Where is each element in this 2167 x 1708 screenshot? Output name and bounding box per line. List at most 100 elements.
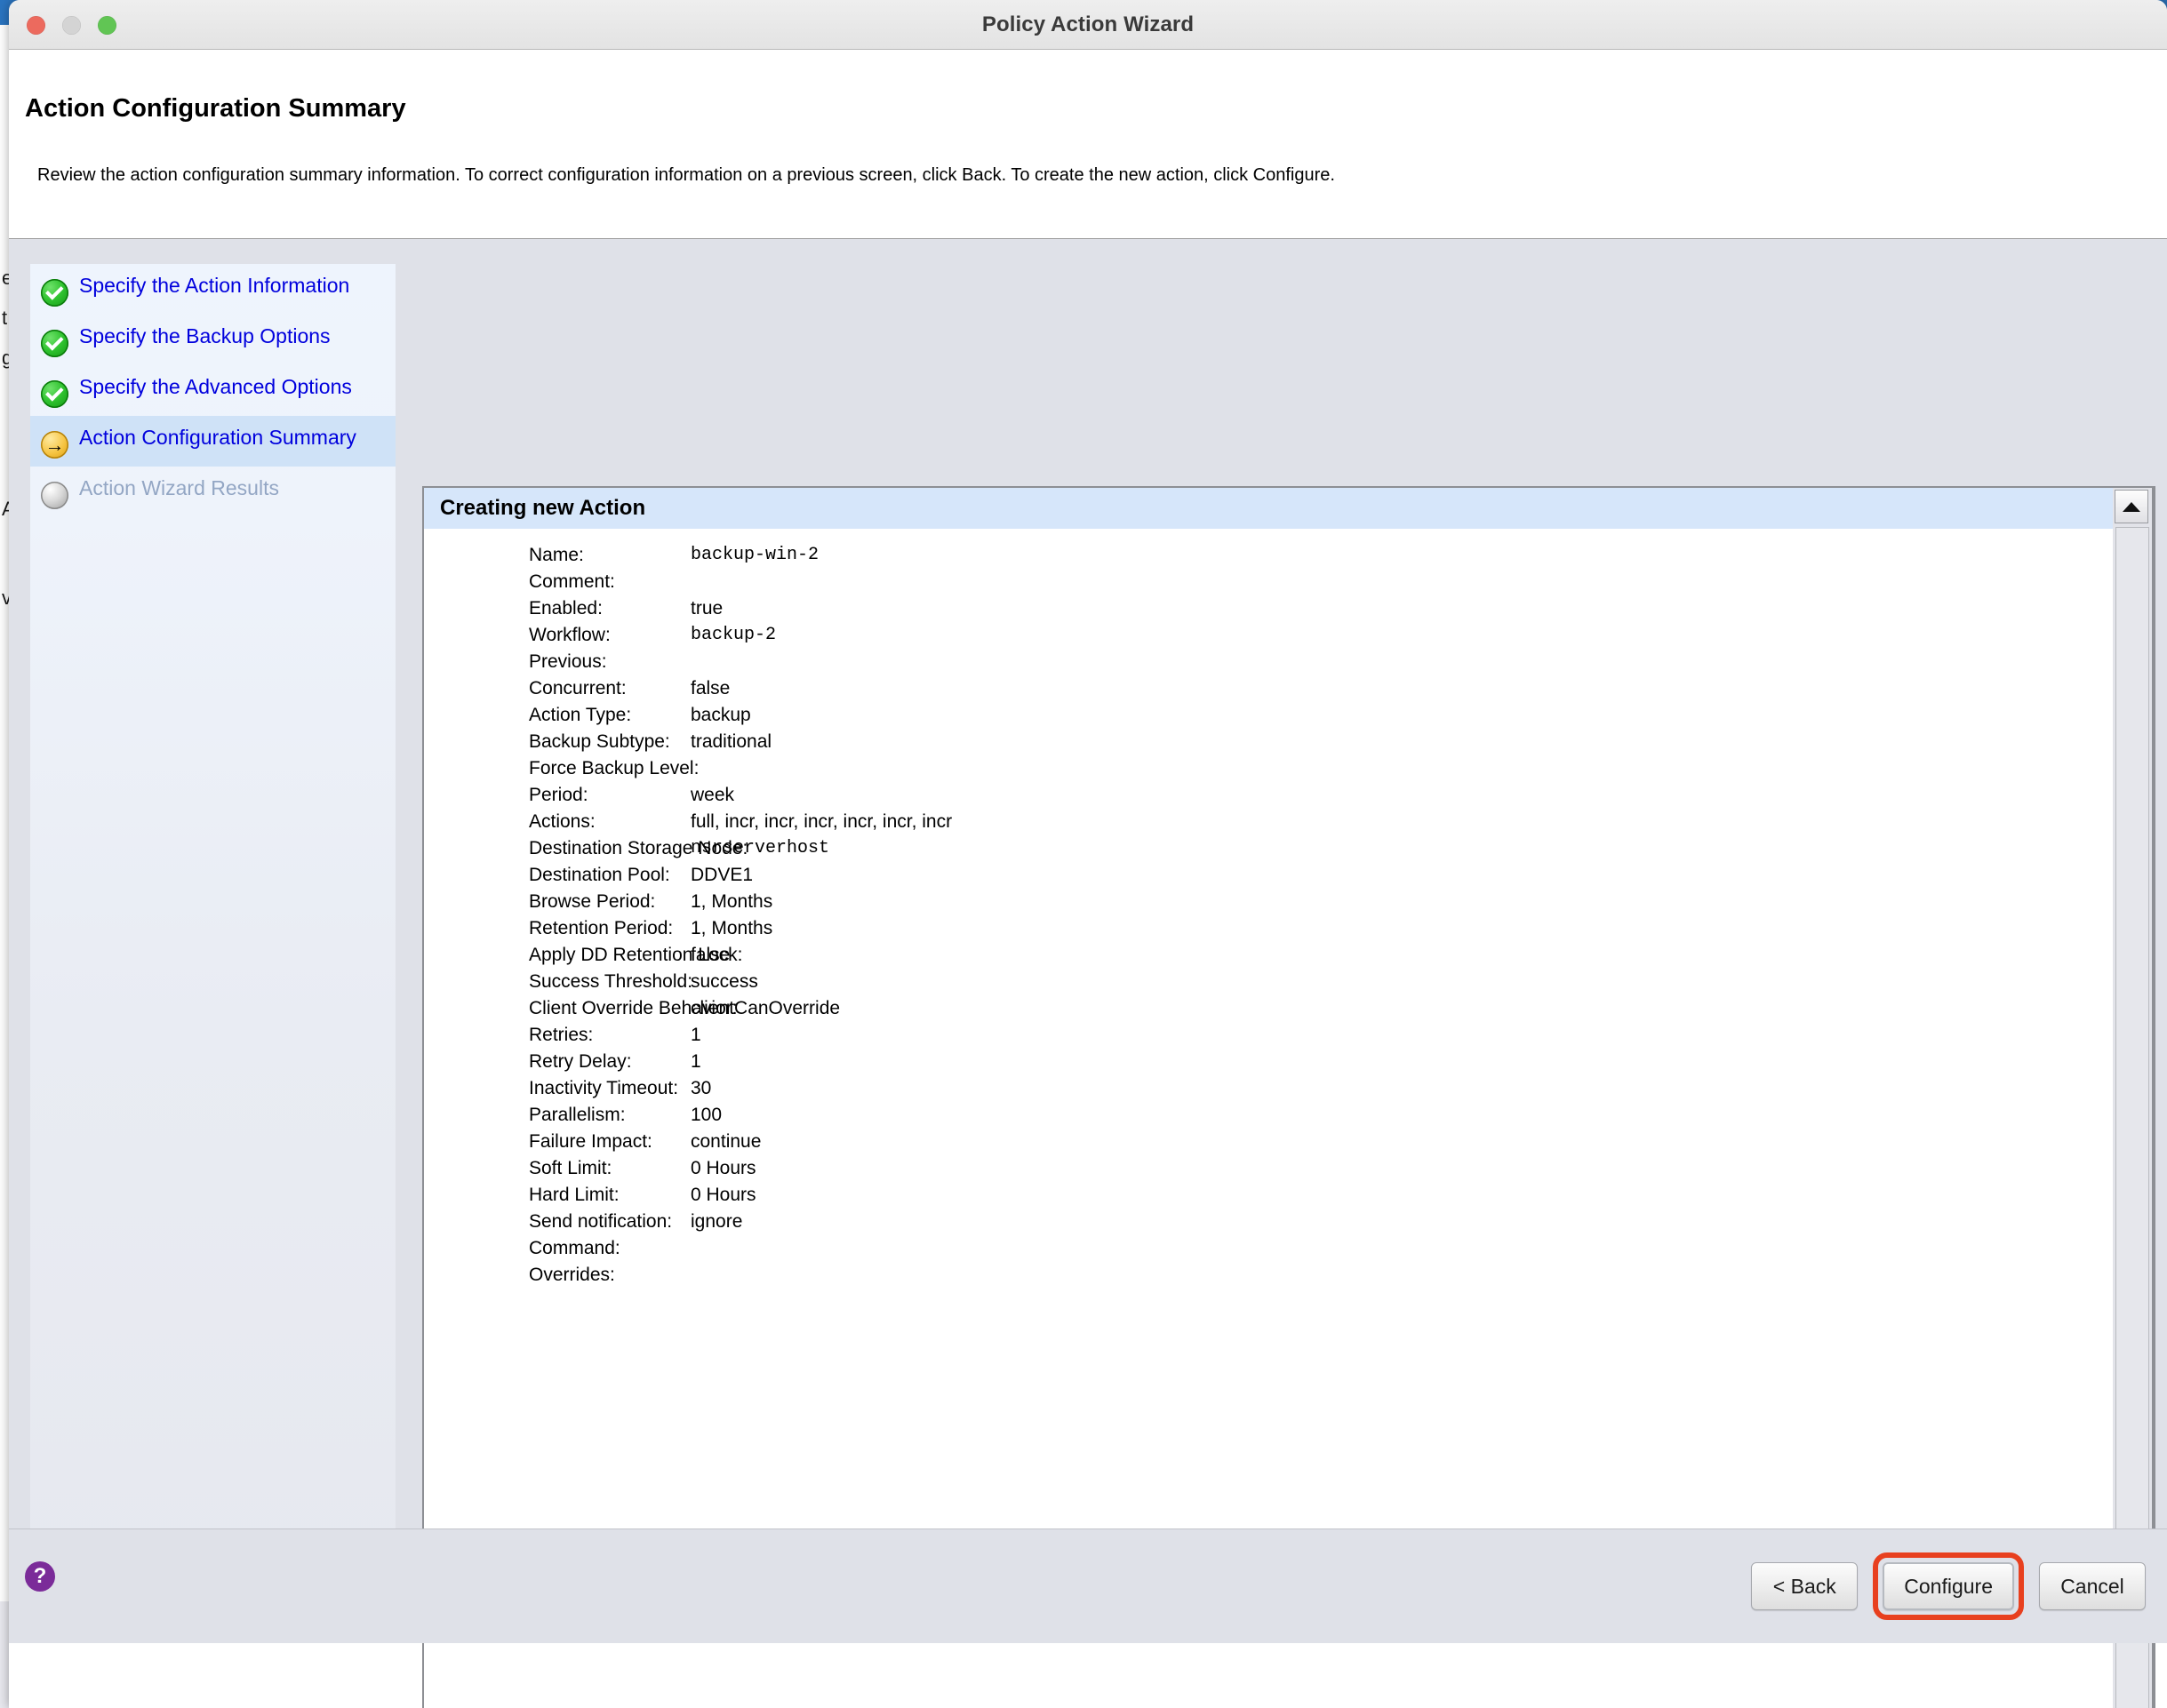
summary-row-value xyxy=(691,1235,2154,1262)
summary-row-label: Apply DD Retention Lock: xyxy=(529,945,743,965)
page-title: Action Configuration Summary xyxy=(25,94,406,123)
summary-row: Actions: full, incr, incr, incr, incr, in… xyxy=(424,809,2154,835)
summary-row-value xyxy=(691,1262,2154,1289)
wizard-header: Action Configuration Summary Review the … xyxy=(9,50,2167,239)
arrow-circle-icon xyxy=(41,431,68,459)
sidebar-step-label: Specify the Advanced Options xyxy=(79,375,352,398)
summary-row-label: Comment: xyxy=(529,571,615,592)
wizard-footer: ? < Back Configure Cancel xyxy=(9,1528,2167,1643)
summary-row: Workflow: backup-2 xyxy=(424,622,2154,649)
summary-row: Overrides: xyxy=(424,1262,2154,1289)
sidebar-step-label: Specify the Backup Options xyxy=(79,324,331,347)
summary-row-value: nsrserverhost xyxy=(691,838,830,858)
summary-row: Action Type: backup xyxy=(424,702,2154,729)
summary-row: Retries: 1 xyxy=(424,1022,2154,1049)
summary-row-label: Enabled: xyxy=(529,598,603,619)
summary-row-label: Action Type: xyxy=(529,705,632,725)
summary-row-value: 1, Months xyxy=(691,918,773,938)
summary-row: Parallelism: 100 xyxy=(424,1102,2154,1129)
sidebar-step-3[interactable]: Action Configuration Summary xyxy=(30,416,396,467)
summary-row-value: week xyxy=(691,785,735,805)
summary-row: Browse Period: 1, Months xyxy=(424,889,2154,915)
check-circle-icon-glyph xyxy=(41,330,68,357)
summary-row-value: DDVE1 xyxy=(691,865,754,885)
sidebar-step-4[interactable]: Action Wizard Results xyxy=(30,467,396,517)
sidebar-step-1[interactable]: Specify the Backup Options xyxy=(30,315,396,365)
empty-circle-icon xyxy=(41,482,68,509)
summary-row-label: Concurrent: xyxy=(529,678,627,698)
check-circle-icon xyxy=(41,330,68,357)
summary-row-value: 1, Months xyxy=(691,891,773,912)
summary-rows: Name: backup-win-2 Comment: Enabled: true Wor… xyxy=(424,529,2154,1289)
policy-action-wizard-window: Policy Action Wizard Action Configuratio… xyxy=(9,0,2167,1708)
summary-row-label: Name: xyxy=(529,545,584,565)
summary-row: Force Backup Level: xyxy=(424,755,2154,782)
sidebar-step-2[interactable]: Specify the Advanced Options xyxy=(30,365,396,416)
summary-row-label: Retries: xyxy=(529,1025,594,1045)
summary-row-value: ignore xyxy=(691,1211,743,1232)
cancel-button[interactable]: Cancel xyxy=(2039,1562,2146,1610)
summary-row-value: 100 xyxy=(691,1105,723,1125)
summary-row-label: Hard Limit: xyxy=(529,1185,620,1205)
check-circle-icon-glyph xyxy=(41,279,68,307)
summary-row: Inactivity Timeout: 30 xyxy=(424,1075,2154,1102)
summary-row-value: 1 xyxy=(691,1025,701,1045)
configure-button-highlight: Configure xyxy=(1873,1552,2024,1620)
summary-row: Previous: xyxy=(424,649,2154,675)
summary-row-value: continue xyxy=(691,1131,762,1152)
check-circle-icon xyxy=(41,380,68,408)
summary-row-label: Command: xyxy=(529,1238,620,1258)
summary-row-label: Browse Period: xyxy=(529,891,656,912)
window-controls[interactable] xyxy=(27,16,116,35)
sidebar-step-label: Specify the Action Information xyxy=(79,274,350,297)
summary-row: Apply DD Retention Lock: false xyxy=(424,942,2154,969)
minimize-button[interactable] xyxy=(62,16,81,35)
window-title: Policy Action Wizard xyxy=(981,12,1195,36)
close-button[interactable] xyxy=(27,16,45,35)
summary-row: Retry Delay: 1 xyxy=(424,1049,2154,1075)
summary-row-label: Retry Delay: xyxy=(529,1051,632,1072)
sidebar-step-0[interactable]: Specify the Action Information xyxy=(30,264,396,315)
back-button[interactable]: < Back xyxy=(1751,1562,1859,1610)
summary-row: Success Threshold: success xyxy=(424,969,2154,995)
summary-row-value: 30 xyxy=(691,1078,712,1098)
summary-row-label: Failure Impact: xyxy=(529,1131,652,1152)
summary-row: Send notification: ignore xyxy=(424,1209,2154,1235)
summary-row-label: Retention Period: xyxy=(529,918,674,938)
summary-row: Backup Subtype: traditional xyxy=(424,729,2154,755)
summary-row-value: true xyxy=(691,598,724,619)
question-mark-icon[interactable]: ? xyxy=(25,1561,55,1592)
sidebar-step-label: Action Wizard Results xyxy=(79,476,279,499)
summary-row-value: backup-win-2 xyxy=(691,545,820,565)
summary-panel-heading: Creating new Action xyxy=(424,488,2154,529)
summary-row: Enabled: true xyxy=(424,595,2154,622)
summary-row-label: Parallelism: xyxy=(529,1105,626,1125)
wizard-body: Specify the Action Information Specify th… xyxy=(9,239,2167,1708)
summary-scrollbar[interactable] xyxy=(2113,486,2154,1708)
summary-row-label: Inactivity Timeout: xyxy=(529,1078,679,1098)
page-description: Review the action configuration summary … xyxy=(37,165,1335,185)
scroll-up-button[interactable] xyxy=(2115,490,2148,523)
window-titlebar: Policy Action Wizard xyxy=(9,0,2167,50)
summary-row: Hard Limit: 0 Hours xyxy=(424,1182,2154,1209)
summary-row-value: false xyxy=(691,678,731,698)
summary-row-label: Backup Subtype: xyxy=(529,731,670,752)
check-circle-icon-glyph xyxy=(41,380,68,408)
configure-button[interactable]: Configure xyxy=(1883,1562,2014,1610)
summary-row-label: Soft Limit: xyxy=(529,1158,612,1178)
summary-row-label: Force Backup Level: xyxy=(529,758,700,778)
summary-row-value xyxy=(691,569,2154,595)
sidebar-step-label: Action Configuration Summary xyxy=(79,426,356,449)
zoom-button[interactable] xyxy=(98,16,116,35)
summary-row-value xyxy=(691,649,2154,675)
wizard-step-list: Specify the Action Information Specify th… xyxy=(30,264,396,1643)
summary-row: Name: backup-win-2 xyxy=(424,542,2154,569)
summary-row-value: full, incr, incr, incr, incr, incr, incr xyxy=(691,811,953,832)
summary-row-value: 1 xyxy=(691,1051,701,1072)
summary-row-label: Period: xyxy=(529,785,588,805)
check-circle-icon xyxy=(41,279,68,307)
summary-row-value: clientCanOverride xyxy=(691,998,841,1018)
summary-row-label: Send notification: xyxy=(529,1211,673,1232)
summary-row-value: backup xyxy=(691,705,751,725)
summary-row-value: traditional xyxy=(691,731,772,752)
